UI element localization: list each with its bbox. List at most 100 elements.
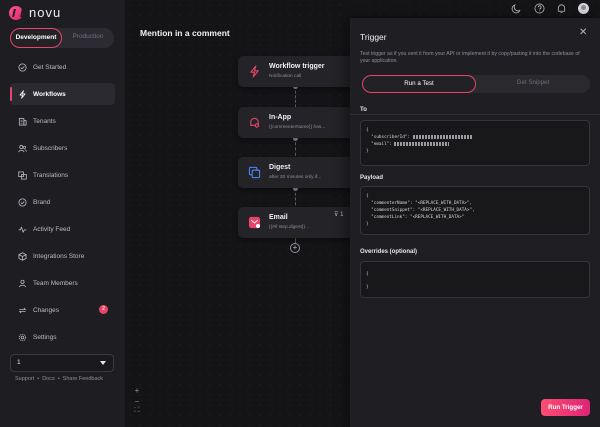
code-line: "commentLink": "<REPLACE_WITH_DATA>" <box>366 215 465 220</box>
sidebar-footer: Support • Docs • Share Feedback <box>15 376 103 382</box>
zoom-in-button[interactable]: + <box>132 386 142 395</box>
node-subtitle: {{#if step.digest}}... <box>269 225 310 230</box>
team-icon <box>18 279 27 288</box>
organization-select-value: 1 <box>17 359 21 366</box>
fit-view-button[interactable]: ⛶ <box>132 407 142 415</box>
trigger-panel: Trigger ✕ Test trigger as if you sent it… <box>350 18 600 427</box>
sidebar-item-label: Subscribers <box>33 144 68 152</box>
payload-label: Payload <box>360 175 384 181</box>
digest-node[interactable]: Digest after 30 minutes only if... <box>238 157 356 188</box>
tab-run-a-test[interactable]: Run a Test <box>362 75 476 93</box>
code-line: { <box>366 128 369 133</box>
sidebar-item-tenants[interactable]: Tenants <box>10 110 115 132</box>
code-line: "commenterName": "<REPLACE_WITH_DATA>", <box>366 201 473 206</box>
overrides-label: Overrides (optional) <box>360 249 418 255</box>
panel-divider <box>350 114 600 115</box>
env-production-button[interactable]: Production <box>62 28 114 48</box>
code-line: { <box>366 272 369 277</box>
trigger-tabs: Run a Test Get Snippet <box>362 75 590 93</box>
add-step-button[interactable]: + <box>290 243 300 253</box>
environment-switch: Development Production <box>10 28 114 48</box>
in-app-node[interactable]: In-App {{commenterName}} has... <box>238 107 356 138</box>
bell-error-icon <box>248 116 261 129</box>
sidebar: novu Development Production Get Started … <box>0 0 125 427</box>
chevron-down-icon <box>100 361 106 365</box>
overrides-code-editor[interactable]: { } <box>360 261 590 298</box>
help-icon[interactable] <box>534 3 545 14</box>
sidebar-item-label: Tenants <box>33 117 56 125</box>
panel-title: Trigger <box>360 32 387 42</box>
bolt-icon <box>18 89 27 99</box>
sidebar-item-translations[interactable]: Translations <box>10 164 115 186</box>
sidebar-item-label: Get Started <box>33 63 67 71</box>
run-trigger-button[interactable]: Run Trigger <box>541 399 590 416</box>
box-icon <box>18 251 27 261</box>
code-line: "commentSnippet": "<REPLACE_WITH_DATA>", <box>366 208 475 213</box>
code-line: } <box>366 285 369 290</box>
organization-select[interactable]: 1 <box>10 354 114 372</box>
sidebar-nav: Get Started Workflows Tenants Subscriber… <box>10 56 115 353</box>
sidebar-item-label: Team Members <box>33 279 78 287</box>
translate-icon <box>18 170 27 180</box>
sidebar-item-team-members[interactable]: Team Members <box>10 272 115 294</box>
sidebar-item-changes[interactable]: Changes 2 <box>10 299 115 321</box>
sidebar-item-label: Integrations Store <box>33 252 85 260</box>
check-circle-icon <box>18 62 27 72</box>
sidebar-item-workflows[interactable]: Workflows <box>10 83 115 105</box>
payload-code-editor[interactable]: { "commenterName": "<REPLACE_WITH_DATA>"… <box>360 186 590 235</box>
redacted-value <box>412 134 473 139</box>
sidebar-item-brand[interactable]: Brand <box>10 191 115 213</box>
sidebar-item-activity-feed[interactable]: Activity Feed <box>10 218 115 240</box>
filter-icon: ⊽ <box>334 212 339 218</box>
node-title: Workflow trigger <box>269 63 325 70</box>
to-label: To <box>360 107 367 113</box>
users-icon <box>18 144 27 153</box>
close-icon[interactable]: ✕ <box>579 27 587 38</box>
footer-separator: • <box>37 376 40 382</box>
tab-get-snippet[interactable]: Get Snippet <box>476 75 590 93</box>
sync-icon <box>18 306 27 315</box>
code-line: } <box>366 149 369 154</box>
email-icon <box>248 216 261 229</box>
sidebar-item-label: Activity Feed <box>33 225 71 233</box>
activity-icon <box>18 225 27 234</box>
sidebar-item-label: Changes <box>33 306 60 314</box>
changes-count-badge: 2 <box>99 305 108 314</box>
node-subtitle: Notification call <box>269 74 302 79</box>
node-title: In-App <box>269 114 292 121</box>
sidebar-item-integrations-store[interactable]: Integrations Store <box>10 245 115 267</box>
code-line: "subscriberId": <box>366 135 413 140</box>
digest-layers-icon <box>248 166 261 179</box>
moon-icon[interactable] <box>511 3 522 14</box>
bell-icon[interactable] <box>556 3 567 14</box>
app-root: novu Development Production Get Started … <box>0 0 600 427</box>
sidebar-item-get-started[interactable]: Get Started <box>10 56 115 78</box>
filter-count: 1 <box>340 212 344 218</box>
sidebar-item-subscribers[interactable]: Subscribers <box>10 137 115 159</box>
code-line: "email": <box>366 142 395 147</box>
sidebar-item-label: Translations <box>33 171 69 179</box>
sidebar-item-label: Workflows <box>33 90 66 98</box>
support-link[interactable]: Support <box>15 376 34 382</box>
gear-icon <box>18 333 27 342</box>
brand-name: novu <box>29 5 62 20</box>
node-title: Digest <box>269 164 291 171</box>
sidebar-item-label: Settings <box>33 333 57 341</box>
to-code-editor[interactable]: { "subscriberId": "email": } <box>360 120 590 166</box>
redacted-value <box>394 141 450 146</box>
check-badge-icon <box>18 197 27 207</box>
env-development-button[interactable]: Development <box>10 28 62 48</box>
node-subtitle: {{commenterName}} has... <box>269 125 326 130</box>
sidebar-item-settings[interactable]: Settings <box>10 326 115 348</box>
workflow-trigger-node[interactable]: Workflow trigger Notification call <box>238 56 356 87</box>
node-title: Email <box>269 214 288 221</box>
step-filter-indicator[interactable]: ⊽ 1 <box>334 211 343 218</box>
panel-description: Test trigger as if you sent it from your… <box>360 51 580 64</box>
code-line: { <box>366 194 369 199</box>
zoom-out-button[interactable]: − <box>132 397 142 406</box>
avatar[interactable] <box>578 3 589 14</box>
sidebar-item-label: Brand <box>33 198 51 206</box>
brand[interactable]: novu <box>9 5 61 20</box>
share-feedback-link[interactable]: Share Feedback <box>63 376 103 382</box>
docs-link[interactable]: Docs <box>42 376 55 382</box>
